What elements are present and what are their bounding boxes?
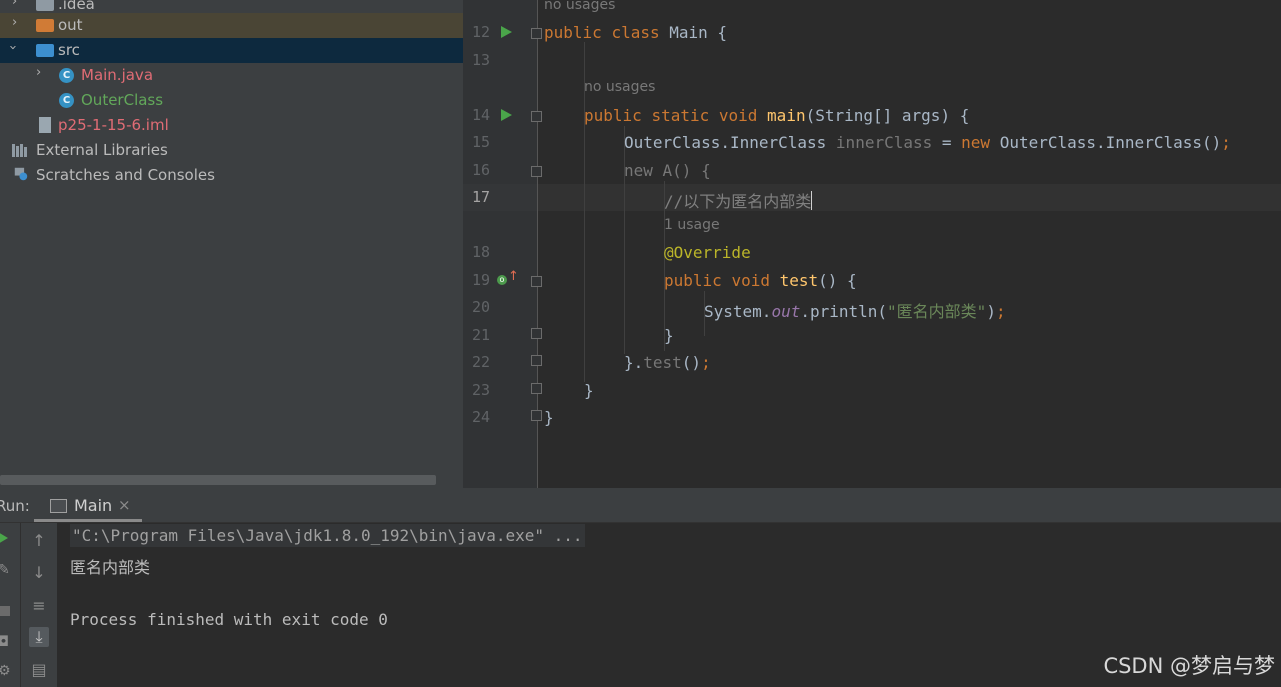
tab-main-label: Main: [74, 496, 113, 515]
line-number: 16: [471, 161, 490, 179]
run-label: Run:: [0, 497, 30, 515]
line-number: 17: [471, 188, 490, 206]
scratches-icon: [14, 167, 28, 181]
fold-icon[interactable]: [531, 355, 542, 366]
chevron-down-icon[interactable]: ›: [5, 45, 20, 50]
usages-hint[interactable]: 1 usage: [664, 217, 720, 233]
console-toolbar: ↑ ↓ ≡ ⤓ ▤: [20, 523, 57, 687]
folder-icon: [36, 0, 54, 11]
code-line-16: new A() {: [624, 161, 711, 180]
line-number: 13: [471, 51, 490, 69]
line-number: 22: [471, 353, 490, 371]
code-line-20: System.out.println("匿名内部类");: [704, 302, 1006, 321]
arrow-up-icon[interactable]: ↑: [29, 531, 49, 551]
watermark: CSDN @梦启与梦: [1103, 654, 1275, 678]
fold-icon[interactable]: [531, 28, 542, 39]
code-line-18: @Override: [664, 243, 751, 262]
rerun-icon[interactable]: [0, 532, 8, 544]
code-editor[interactable]: 12 13 14 15 16 17 18 19 20 21 22 23 24 o…: [463, 0, 1281, 488]
run-tab-bar: Run: Main ×: [0, 488, 1281, 523]
chevron-right-icon[interactable]: ›: [12, 0, 17, 9]
run-icon[interactable]: [501, 109, 512, 121]
close-icon[interactable]: ×: [118, 496, 131, 514]
fold-icon[interactable]: [531, 410, 542, 421]
scroll-to-end-icon[interactable]: ⤓: [29, 627, 49, 647]
fold-icon[interactable]: [531, 166, 542, 177]
usages-hint[interactable]: no usages: [544, 0, 615, 13]
code-line-21: }: [664, 326, 674, 345]
fold-icon[interactable]: [531, 276, 542, 287]
tab-main[interactable]: Main ×: [34, 488, 142, 522]
run-left-toolbar: ✎ ◘ ⚙: [0, 523, 20, 687]
code-line-19: public void test() {: [664, 271, 857, 290]
tab-underline: [34, 519, 142, 522]
code-line-17: //以下为匿名内部类: [664, 191, 813, 211]
horizontal-scrollbar[interactable]: [0, 475, 436, 485]
console-command-line: "C:\Program Files\Java\jdk1.8.0_192\bin\…: [70, 524, 585, 547]
chevron-right-icon[interactable]: ›: [12, 15, 17, 30]
tree-item-out[interactable]: › out: [0, 13, 463, 38]
tree-item-outer-class[interactable]: C OuterClass: [0, 88, 463, 113]
console-exit-line: Process finished with exit code 0: [70, 610, 388, 629]
tree-item-main-java[interactable]: › C Main.java: [0, 63, 463, 88]
source-folder-icon: [36, 44, 54, 57]
arrow-down-icon[interactable]: ↓: [29, 563, 49, 583]
line-number: 20: [471, 298, 490, 316]
current-line-highlight: [538, 184, 1281, 211]
line-number: 18: [471, 243, 490, 261]
project-tree-panel: › .idea › out › src › C Main.java C Oute…: [0, 0, 463, 488]
java-class-icon: C: [59, 93, 74, 108]
code-line-14: public static void main(String[] args) {: [584, 106, 970, 125]
camera-icon[interactable]: ◘: [0, 634, 14, 650]
tree-item-src[interactable]: › src: [0, 38, 463, 63]
code-line-23: }: [584, 381, 594, 400]
arrow-up-icon: ↑: [508, 269, 519, 284]
module-file-icon: [39, 117, 51, 133]
run-tool-window: Run: Main × ✎ ◘ ⚙ ↑ ↓ ≡ ⤓ ▤ "C:\Program …: [0, 488, 1281, 687]
code-line-15: OuterClass.InnerClass innerClass = new O…: [624, 133, 1231, 152]
override-icon[interactable]: o: [497, 275, 507, 285]
text-caret: [811, 191, 813, 210]
line-number: 21: [471, 326, 490, 344]
tree-item-scratches[interactable]: Scratches and Consoles: [0, 163, 463, 188]
stop-icon[interactable]: [0, 606, 10, 616]
library-icon: [12, 144, 27, 157]
fold-icon[interactable]: [531, 111, 542, 122]
print-icon[interactable]: ▤: [29, 660, 49, 680]
line-number: 23: [471, 381, 490, 399]
run-icon[interactable]: [501, 26, 512, 38]
line-number: 15: [471, 133, 490, 151]
wrench-icon[interactable]: ✎: [0, 562, 14, 578]
console-icon: [50, 499, 67, 513]
line-number: 12: [471, 23, 490, 41]
folder-excluded-icon: [36, 19, 54, 32]
java-class-icon: C: [59, 68, 74, 83]
console-output-line: 匿名内部类: [70, 558, 151, 577]
code-line-12: public class Main {: [544, 23, 728, 42]
tree-item-iml[interactable]: p25-1-15-6.iml: [0, 113, 463, 138]
code-line-24: }: [544, 408, 554, 427]
soft-wrap-icon[interactable]: ≡: [29, 596, 49, 616]
line-number: 14: [471, 106, 490, 124]
tree-item-external-libraries[interactable]: External Libraries: [0, 138, 463, 163]
code-line-22: }.test();: [624, 353, 711, 372]
usages-hint[interactable]: no usages: [584, 79, 655, 95]
settings-icon[interactable]: ⚙: [0, 663, 14, 679]
line-number: 24: [471, 408, 490, 426]
fold-icon[interactable]: [531, 328, 542, 339]
chevron-right-icon[interactable]: ›: [36, 65, 41, 80]
line-number: 19: [471, 271, 490, 289]
fold-icon[interactable]: [531, 383, 542, 394]
